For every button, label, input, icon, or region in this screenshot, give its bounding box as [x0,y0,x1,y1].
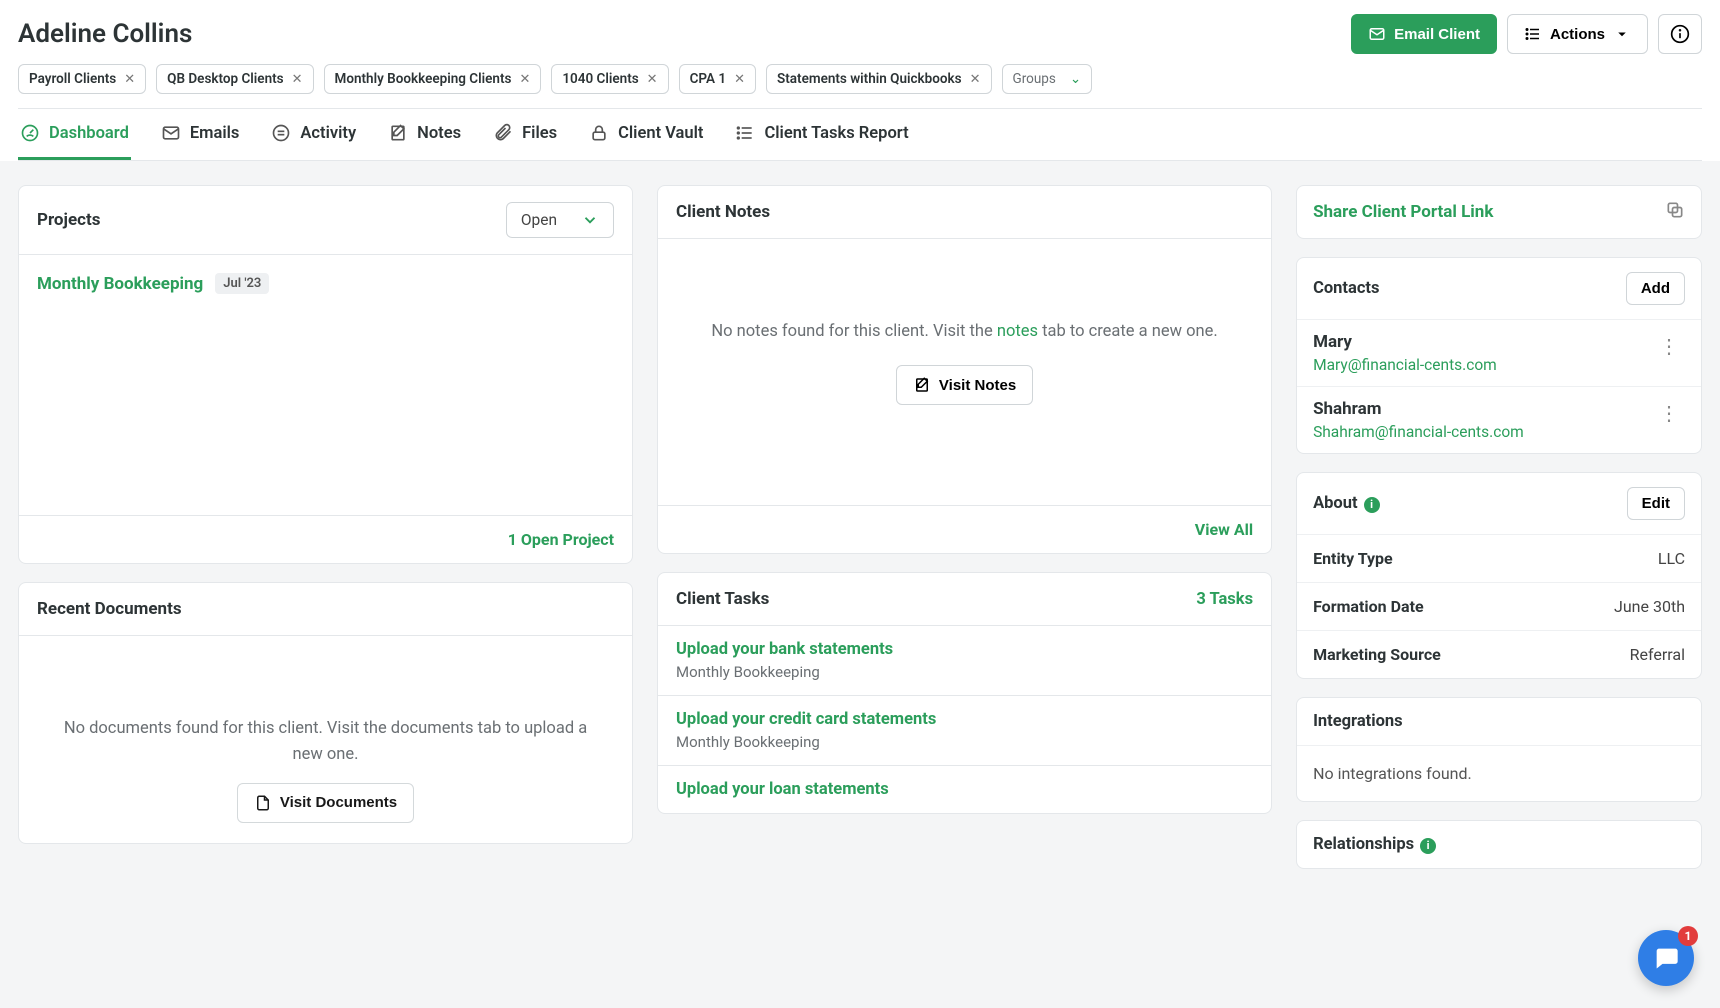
chevron-down-icon [581,211,599,229]
about-card: Abouti Edit Entity Type LLC Formation Da… [1296,472,1702,679]
task-item[interactable]: Upload your credit card statements Month… [658,695,1271,765]
info-icon[interactable]: i [1364,497,1380,513]
recent-documents-title: Recent Documents [37,599,182,619]
client-name: Adeline Collins [18,19,192,49]
tabs: Dashboard Emails Activity Notes Files Cl… [18,108,1702,161]
notes-link[interactable]: notes [997,322,1038,341]
edit-about-button[interactable]: Edit [1627,487,1685,520]
tab-client-tasks-report[interactable]: Client Tasks Report [733,109,910,160]
share-portal-card: Share Client Portal Link [1296,185,1702,239]
contact-item: Shahram Shahram@financial-cents.com ⋮ [1297,386,1701,453]
client-tasks-card: Client Tasks 3 Tasks Upload your bank st… [657,572,1272,814]
projects-filter-select[interactable]: Open [506,202,614,238]
chip[interactable]: 1040 Clients✕ [551,64,668,94]
projects-card: Projects Open Monthly Bookkeeping Jul '2… [18,185,633,564]
open-projects-link[interactable]: 1 Open Project [508,530,614,549]
close-icon[interactable]: ✕ [124,72,135,87]
integrations-empty: No integrations found. [1297,745,1701,801]
add-contact-button[interactable]: Add [1626,272,1685,305]
relationships-card: Relationshipsi [1296,820,1702,869]
contact-item: Mary Mary@financial-cents.com ⋮ [1297,319,1701,386]
about-row: Entity Type LLC [1297,534,1701,582]
relationships-title: Relationshipsi [1313,835,1436,854]
recent-documents-card: Recent Documents No documents found for … [18,582,633,844]
dashboard-icon [20,123,40,143]
tab-notes[interactable]: Notes [386,109,463,160]
caret-down-icon: ⌄ [1070,71,1081,87]
contact-email[interactable]: Shahram@financial-cents.com [1313,423,1524,441]
close-icon[interactable]: ✕ [734,72,745,87]
tab-client-vault[interactable]: Client Vault [587,109,705,160]
notes-icon [388,123,408,143]
about-title: Abouti [1313,494,1380,513]
close-icon[interactable]: ✕ [647,72,658,87]
chip[interactable]: CPA 1✕ [679,64,756,94]
email-client-button[interactable]: Email Client [1351,14,1497,54]
chat-icon [1652,944,1680,972]
documents-link[interactable]: documents [391,719,474,738]
close-icon[interactable]: ✕ [292,72,303,87]
list-icon [1524,25,1542,43]
projects-title: Projects [37,210,100,230]
fab-badge: 1 [1678,926,1698,946]
chip[interactable]: Payroll Clients✕ [18,64,146,94]
group-chips: Payroll Clients✕ QB Desktop Clients✕ Mon… [18,64,1702,108]
visit-notes-button[interactable]: Visit Notes [896,365,1033,405]
chip[interactable]: Monthly Bookkeeping Clients✕ [324,64,542,94]
tab-emails[interactable]: Emails [159,109,242,160]
groups-dropdown[interactable]: Groups⌄ [1002,64,1093,94]
project-name: Monthly Bookkeeping [37,274,203,294]
attachment-icon [493,123,513,143]
document-icon [254,794,272,812]
contacts-card: Contacts Add Mary Mary@financial-cents.c… [1296,257,1702,454]
tab-files[interactable]: Files [491,109,559,160]
email-client-label: Email Client [1394,26,1480,43]
tab-activity[interactable]: Activity [269,109,358,160]
info-button[interactable] [1658,14,1702,54]
info-icon [1670,24,1690,44]
integrations-card: Integrations No integrations found. [1296,697,1702,802]
task-item[interactable]: Upload your loan statements [658,765,1271,813]
caret-down-icon [1613,25,1631,43]
close-icon[interactable]: ✕ [519,72,530,87]
tasks-count: 3 Tasks [1196,590,1253,609]
view-all-notes-link[interactable]: View All [1195,520,1253,539]
activity-icon [271,123,291,143]
project-item[interactable]: Monthly Bookkeeping Jul '23 [19,255,632,312]
task-item[interactable]: Upload your bank statements Monthly Book… [658,626,1271,695]
about-row: Marketing Source Referral [1297,630,1701,678]
list-icon [735,123,755,143]
contact-email[interactable]: Mary@financial-cents.com [1313,356,1497,374]
chip[interactable]: QB Desktop Clients✕ [156,64,313,94]
visit-documents-button[interactable]: Visit Documents [237,783,414,823]
share-portal-link[interactable]: Share Client Portal Link [1313,202,1493,222]
chip[interactable]: Statements within Quickbooks✕ [766,64,992,94]
about-row: Formation Date June 30th [1297,582,1701,630]
kebab-icon[interactable]: ⋮ [1653,332,1685,360]
client-notes-card: Client Notes No notes found for this cli… [657,185,1272,554]
actions-label: Actions [1550,26,1605,43]
info-icon[interactable]: i [1420,838,1436,854]
copy-icon[interactable] [1665,200,1685,224]
chat-fab[interactable]: 1 [1638,930,1694,986]
actions-dropdown[interactable]: Actions [1507,14,1648,54]
contacts-title: Contacts [1313,279,1379,298]
kebab-icon[interactable]: ⋮ [1653,399,1685,427]
mail-icon [161,123,181,143]
close-icon[interactable]: ✕ [970,72,981,87]
tab-dashboard[interactable]: Dashboard [18,109,131,160]
lock-icon [589,123,609,143]
client-tasks-title: Client Tasks [676,589,769,609]
project-period-badge: Jul '23 [215,273,269,294]
integrations-title: Integrations [1313,712,1403,731]
notes-icon [913,376,931,394]
client-notes-title: Client Notes [676,202,770,222]
mail-icon [1368,25,1386,43]
